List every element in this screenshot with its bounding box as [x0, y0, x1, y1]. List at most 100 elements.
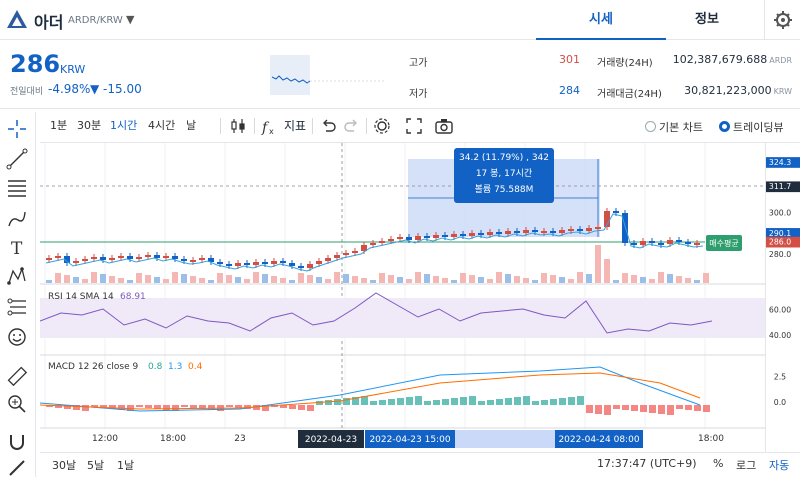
candle-body	[523, 230, 529, 233]
crosshair-icon[interactable]	[6, 118, 28, 140]
pencil-icon[interactable]	[6, 457, 28, 477]
emoji-icon[interactable]	[6, 326, 28, 348]
zoom-in-icon[interactable]	[6, 393, 28, 415]
volume-bar	[622, 273, 628, 283]
svg-text:x: x	[269, 127, 274, 136]
auto-toggle[interactable]: 자동	[769, 457, 789, 473]
log-toggle[interactable]: 로그	[736, 457, 756, 473]
camera-icon[interactable]	[434, 116, 454, 136]
volume-bar	[64, 275, 70, 283]
price-unit: KRW	[60, 63, 86, 76]
undo-icon[interactable]	[318, 116, 338, 136]
range-30d[interactable]: 30날	[52, 457, 76, 473]
macd-histogram-bar	[685, 405, 692, 410]
radio-tradingview[interactable]: 트레이딩뷰	[719, 119, 784, 135]
candle-body	[109, 258, 115, 260]
macd-axis-label: 2.5	[774, 373, 786, 382]
horizontal-lines-icon[interactable]	[6, 176, 28, 198]
time-axis-label: 18:00	[160, 434, 186, 444]
candle-body	[181, 259, 187, 261]
candle-body	[451, 234, 457, 237]
candle-body	[658, 243, 664, 245]
brush-icon[interactable]	[6, 208, 28, 230]
interval-1m[interactable]: 1분	[50, 112, 67, 140]
candle-body	[685, 242, 691, 244]
range-5d[interactable]: 5날	[87, 457, 104, 473]
fullscreen-icon[interactable]	[404, 116, 424, 136]
text-tool-icon[interactable]: T	[6, 236, 28, 258]
magnet-icon[interactable]	[6, 431, 28, 453]
macd-histogram-bar	[667, 405, 674, 415]
interval-1h[interactable]: 1시간	[110, 112, 137, 140]
tab-info[interactable]: 정보	[642, 0, 772, 40]
macd-histogram-bar	[703, 405, 710, 412]
candle-body	[613, 211, 619, 213]
percent-toggle[interactable]: %	[713, 457, 723, 470]
volume-value: 102,387,679.688 ARDR	[672, 53, 792, 66]
tooltip-line2: 17 봉, 17시간	[476, 168, 532, 179]
macd-histogram-bar	[289, 405, 296, 409]
volume-bar	[100, 274, 106, 283]
interval-4h[interactable]: 4시간	[148, 112, 175, 140]
macd-histogram-bar	[406, 397, 413, 405]
radio-basic-chart[interactable]: 기본 차트	[645, 119, 703, 135]
svg-text:T: T	[11, 239, 23, 258]
volume-bar	[550, 275, 556, 283]
macd-axis-label: 0.0	[774, 398, 786, 407]
price-axis-label: 280.0	[769, 250, 791, 259]
amount-label: 거래대금(24H)	[597, 89, 662, 100]
candle-body	[163, 256, 169, 258]
market-header: 아더 ARDR/KRW ▼ 시세 정보	[0, 0, 800, 40]
candle-body	[433, 235, 439, 238]
trend-line-icon[interactable]	[6, 148, 28, 170]
interval-30m[interactable]: 30분	[77, 112, 101, 140]
ruler-icon[interactable]	[6, 365, 28, 387]
macd-histogram-bar	[433, 400, 440, 405]
macd-histogram-bar	[136, 405, 143, 407]
macd-histogram-bar	[307, 405, 314, 411]
volume-bar	[406, 279, 412, 283]
chart-bottom-bar: 30날 5날 1날 17:37:47 (UTC+9) % 로그 자동	[40, 452, 800, 477]
macd-histogram-bar	[640, 405, 647, 412]
tradingview-chart[interactable]: 34.2 (11.79%) , 342 17 봉, 17시간볼륨 75.588M R…	[40, 143, 765, 453]
macd-label: MACD 12 26 close 9	[48, 362, 139, 372]
volume-bar	[388, 275, 394, 283]
candle-type-icon[interactable]	[228, 116, 248, 136]
macd-histogram-bar	[325, 400, 332, 405]
range-1d[interactable]: 1날	[117, 457, 134, 473]
volume-bar	[667, 274, 673, 283]
volume-bar	[469, 275, 475, 283]
candle-body	[154, 255, 160, 258]
toolbar-separator	[254, 118, 255, 134]
indicator-button[interactable]: 지표	[284, 112, 306, 140]
volume-bar	[703, 273, 709, 283]
volume-bar	[604, 259, 610, 283]
volume-bar	[127, 280, 133, 283]
candle-body	[118, 256, 124, 258]
candle-body	[217, 262, 223, 264]
volume-bar	[649, 279, 655, 283]
chart-settings-icon[interactable]	[372, 116, 392, 136]
price-axis-label: 324.3	[769, 158, 791, 167]
settings-gear-icon[interactable]	[764, 0, 800, 40]
volume-bar	[325, 279, 331, 283]
pattern-icon[interactable]	[6, 265, 28, 287]
volume-bar	[370, 280, 376, 283]
candle-body	[550, 231, 556, 233]
low-label: 저가	[409, 89, 428, 100]
coin-dropdown-icon[interactable]: ▼	[126, 13, 134, 26]
candle-body	[424, 236, 430, 238]
interval-day[interactable]: 날	[186, 112, 196, 140]
fib-tool-icon[interactable]	[6, 296, 28, 318]
candle-body	[136, 257, 142, 259]
redo-icon[interactable]	[342, 116, 362, 136]
macd-histogram-bar	[514, 397, 521, 405]
price-axis-label: 286.0	[769, 238, 791, 247]
toolbar-separator	[220, 118, 221, 134]
function-icon[interactable]: fx	[260, 116, 280, 136]
candle-body	[298, 266, 304, 268]
volume-bar	[136, 273, 142, 283]
price-axis[interactable]: 324.3 311.7 300.0 290.1286.0 280.0 60.00 40.00…	[765, 143, 800, 453]
time-axis-label: 12:00	[92, 434, 118, 444]
volume-bar	[586, 274, 592, 283]
